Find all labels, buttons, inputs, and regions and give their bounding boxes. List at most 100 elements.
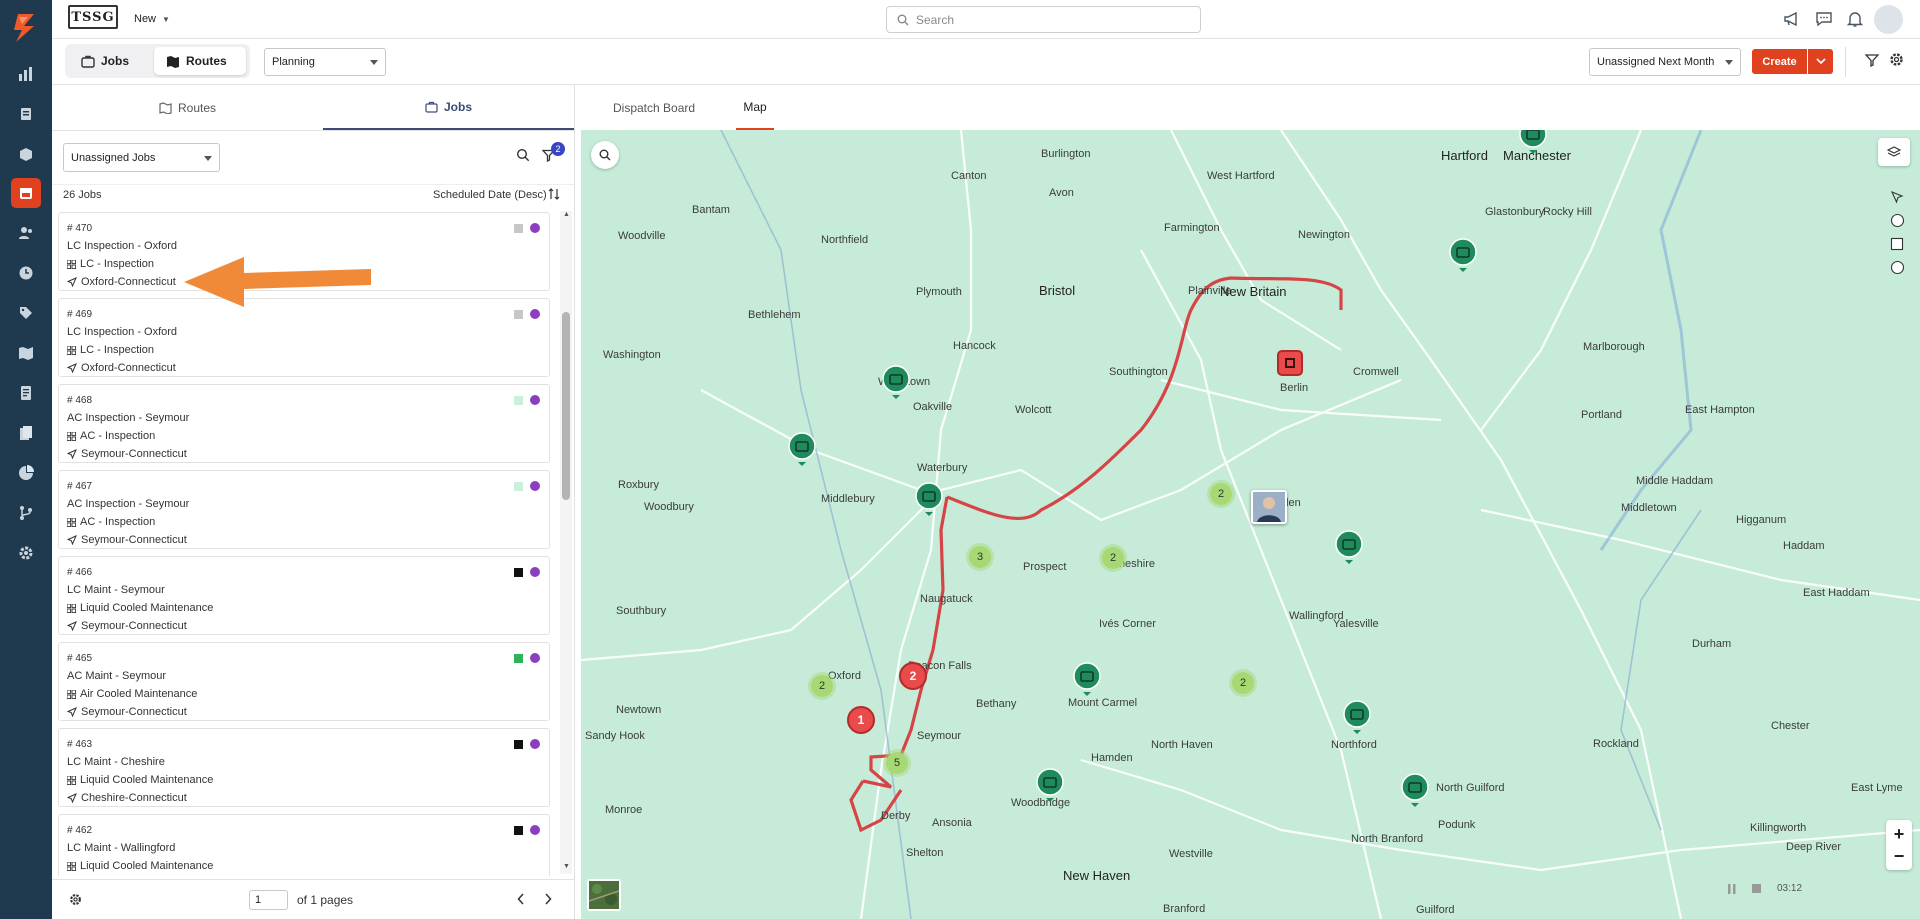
invoice-icon[interactable] bbox=[15, 382, 37, 404]
search-input[interactable]: Search bbox=[916, 13, 954, 27]
satellite-toggle[interactable] bbox=[587, 879, 621, 911]
scroll-up-icon[interactable]: ▲ bbox=[563, 211, 570, 218]
job-title: AC Inspection - Seymour bbox=[67, 498, 190, 510]
map-icon[interactable] bbox=[15, 342, 37, 364]
zoom-out-icon[interactable]: − bbox=[1894, 845, 1905, 867]
page-input[interactable]: 1 bbox=[249, 890, 288, 910]
map-town-label: Hancock bbox=[953, 340, 996, 352]
job-list-select[interactable]: Unassigned Jobs bbox=[63, 143, 220, 172]
circle-draw-icon[interactable] bbox=[1890, 213, 1905, 228]
route-stop-marker[interactable]: 1 bbox=[847, 706, 875, 734]
job-type-row: Liquid Cooled Maintenance bbox=[67, 860, 213, 872]
job-pin[interactable] bbox=[1073, 662, 1101, 696]
map-town-label: Northford bbox=[1331, 739, 1377, 751]
prev-page-icon[interactable] bbox=[517, 893, 525, 905]
map-layers-button[interactable] bbox=[1878, 138, 1910, 166]
avatar[interactable] bbox=[1874, 5, 1903, 34]
map-town-label: Plymouth bbox=[916, 286, 962, 298]
megaphone-icon[interactable] bbox=[1783, 10, 1801, 28]
scroll-down-icon[interactable]: ▼ bbox=[563, 863, 570, 870]
job-pin[interactable] bbox=[1519, 130, 1547, 154]
files-icon[interactable] bbox=[15, 422, 37, 444]
dashboard-icon[interactable] bbox=[15, 63, 37, 85]
map-town-label: Waterbury bbox=[917, 462, 968, 474]
create-button-label: Create bbox=[1762, 55, 1797, 68]
job-pin[interactable] bbox=[882, 365, 910, 399]
job-pin[interactable] bbox=[788, 432, 816, 466]
customers-icon[interactable] bbox=[15, 222, 37, 244]
create-dropdown-button[interactable] bbox=[1808, 49, 1833, 74]
chat-icon[interactable] bbox=[1815, 10, 1833, 28]
job-card[interactable]: # 463 LC Maint - Cheshire Liquid Cooled Ma… bbox=[58, 728, 550, 807]
route-end-marker[interactable] bbox=[1277, 350, 1303, 376]
job-pin[interactable] bbox=[1401, 773, 1429, 807]
jobs-view-button[interactable]: Jobs bbox=[69, 47, 151, 75]
search-icon[interactable] bbox=[516, 148, 530, 162]
inventory-icon[interactable] bbox=[15, 143, 37, 165]
job-card[interactable]: # 467 AC Inspection - Seymour AC - Inspect… bbox=[58, 470, 550, 549]
select-pointer-icon[interactable] bbox=[1890, 190, 1904, 204]
workflow-icon[interactable] bbox=[15, 502, 37, 524]
scrollbar[interactable]: ▲ ▼ bbox=[560, 211, 572, 874]
map-canvas[interactable]: Hartford Manchester West Hartford Burlingto… bbox=[581, 130, 1920, 919]
job-pin[interactable] bbox=[1343, 700, 1371, 734]
timesheet-icon[interactable] bbox=[15, 262, 37, 284]
map-town-label: Newtown bbox=[616, 704, 662, 716]
job-card[interactable]: # 466 LC Maint - Seymour Liquid Cooled Mai… bbox=[58, 556, 550, 635]
job-card[interactable]: # 465 AC Maint - Seymour Air Cooled Mainte… bbox=[58, 642, 550, 721]
routes-view-label: Routes bbox=[186, 54, 227, 68]
next-page-icon[interactable] bbox=[544, 893, 552, 905]
tab-routes[interactable]: Routes bbox=[52, 85, 323, 130]
map-cluster[interactable]: 2 bbox=[1229, 669, 1257, 697]
job-number: # 469 bbox=[67, 309, 93, 320]
create-button[interactable]: Create bbox=[1752, 49, 1807, 74]
map-cluster[interactable]: 2 bbox=[1099, 544, 1127, 572]
job-pin[interactable] bbox=[1036, 768, 1064, 802]
filter-icon[interactable] bbox=[1865, 53, 1879, 67]
job-pin[interactable] bbox=[915, 482, 943, 516]
tab-map[interactable]: Map bbox=[736, 85, 774, 130]
documents-icon[interactable] bbox=[15, 103, 37, 125]
app-logo[interactable] bbox=[10, 12, 40, 44]
new-menu[interactable]: New ▼ bbox=[134, 13, 170, 25]
job-card[interactable]: # 468 AC Inspection - Seymour AC - Inspect… bbox=[58, 384, 550, 463]
technician-avatar[interactable] bbox=[1251, 490, 1287, 524]
bell-icon[interactable] bbox=[1846, 10, 1864, 28]
map-search-button[interactable] bbox=[591, 141, 619, 169]
tab-jobs[interactable]: Jobs bbox=[323, 85, 574, 130]
stop-icon[interactable] bbox=[1752, 884, 1761, 893]
pause-icon[interactable] bbox=[1728, 883, 1736, 894]
tags-icon[interactable] bbox=[15, 302, 37, 324]
sort-label[interactable]: Scheduled Date (Desc) bbox=[433, 189, 547, 201]
date-filter-select[interactable]: Unassigned Next Month bbox=[1589, 48, 1741, 76]
sort-icon[interactable] bbox=[548, 188, 560, 200]
tab-routes-label: Routes bbox=[177, 100, 217, 115]
map-cluster[interactable]: 5 bbox=[883, 749, 911, 777]
settings-icon[interactable] bbox=[15, 542, 37, 564]
map-town-label: Naugatuck bbox=[920, 593, 973, 605]
tab-dispatch-board[interactable]: Dispatch Board bbox=[613, 85, 695, 130]
map-cluster[interactable]: 2 bbox=[1207, 480, 1235, 508]
gear-icon[interactable] bbox=[1889, 52, 1904, 67]
job-type-row: Liquid Cooled Maintenance bbox=[67, 602, 213, 614]
job-pin[interactable] bbox=[1449, 238, 1477, 272]
scrollbar-thumb[interactable] bbox=[562, 312, 570, 500]
mode-select[interactable]: Planning bbox=[264, 48, 386, 76]
reports-icon[interactable] bbox=[15, 462, 37, 484]
polygon-draw-icon[interactable] bbox=[1890, 260, 1905, 275]
map-cluster[interactable]: 2 bbox=[808, 672, 836, 700]
map-town-label: Sandy Hook bbox=[585, 730, 645, 742]
gear-icon[interactable] bbox=[69, 893, 82, 906]
job-pin[interactable] bbox=[1335, 530, 1363, 564]
map-cluster[interactable]: 3 bbox=[966, 543, 994, 571]
route-stop-marker[interactable]: 2 bbox=[899, 662, 927, 690]
schedule-icon[interactable] bbox=[11, 178, 41, 208]
map-icon bbox=[159, 101, 172, 114]
rectangle-draw-icon[interactable] bbox=[1890, 237, 1904, 251]
company-logo[interactable]: TSSG bbox=[68, 5, 118, 29]
global-search[interactable]: Search bbox=[886, 6, 1201, 33]
zoom-in-icon[interactable]: + bbox=[1894, 823, 1905, 845]
routes-view-button[interactable]: Routes bbox=[154, 47, 246, 75]
job-color-swatch bbox=[514, 482, 523, 491]
job-card[interactable]: # 462 LC Maint - Wallingford Liquid Cooled… bbox=[58, 814, 550, 876]
